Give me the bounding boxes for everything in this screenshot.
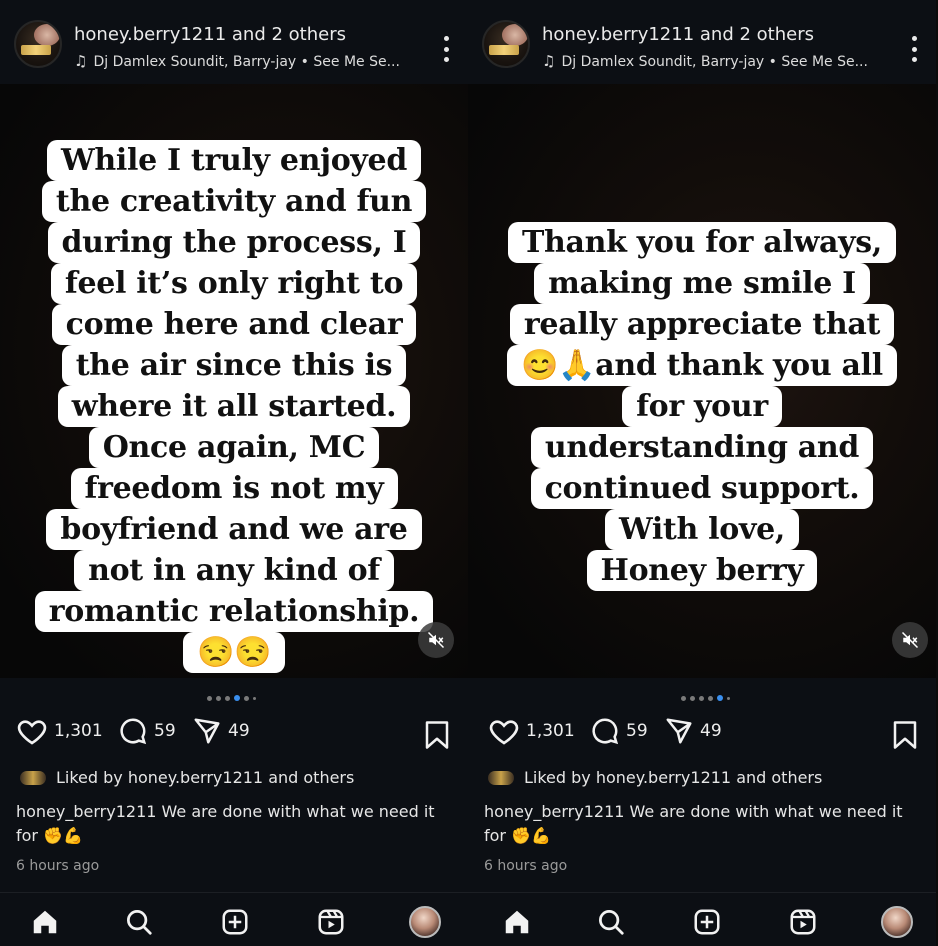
post-caption: honey_berry1211 We are done with what we… — [484, 800, 924, 848]
search-icon[interactable] — [594, 905, 628, 939]
story-text-line: Thank you for always, — [507, 222, 897, 263]
caption-username[interactable]: honey_berry1211 — [484, 802, 624, 821]
music-track-label[interactable]: ♫ Dj Damlex Soundit, Barry-jay • See Me S… — [74, 52, 400, 70]
bottom-nav — [0, 892, 468, 946]
comment-button[interactable]: 59 — [590, 716, 648, 746]
post-actions: 1,301 59 49 — [16, 716, 452, 756]
post-panel-right: honey.berry1211 and 2 others ♫ Dj Damlex … — [468, 0, 936, 946]
music-note-icon: ♫ — [74, 52, 88, 70]
post-author-title[interactable]: honey.berry1211 and 2 others — [542, 24, 814, 45]
like-button[interactable]: 1,301 — [16, 716, 103, 746]
story-text-line: romantic relationship. — [34, 591, 434, 632]
music-track-text: Dj Damlex Soundit, Barry-jay • See Me Se… — [93, 54, 400, 70]
story-text-overlay: While I truly enjoyed the creativity and… — [0, 140, 468, 673]
post-timestamp: 6 hours ago — [484, 858, 568, 874]
home-icon[interactable] — [28, 905, 62, 939]
story-text-line: feel it’s only right to — [50, 263, 418, 304]
reels-icon[interactable] — [314, 905, 348, 939]
story-text-line: for your — [622, 386, 782, 427]
story-text-line: continued support. — [530, 468, 874, 509]
profile-avatar[interactable] — [880, 905, 914, 939]
bookmark-icon[interactable] — [892, 720, 918, 754]
story-avatar[interactable] — [482, 20, 530, 68]
heart-icon — [17, 720, 47, 745]
post-header: honey.berry1211 and 2 others ♫ Dj Damlex … — [468, 0, 936, 84]
story-text-line: boyfriend and we are — [46, 509, 422, 550]
liked-by-row[interactable]: Liked by honey.berry1211 and others — [20, 768, 354, 787]
like-count: 1,301 — [54, 721, 103, 741]
music-note-icon: ♫ — [542, 52, 556, 70]
comment-count: 59 — [626, 721, 648, 741]
post-timestamp: 6 hours ago — [16, 858, 100, 874]
comment-count: 59 — [154, 721, 176, 741]
like-count: 1,301 — [526, 721, 575, 741]
comment-bubble-icon — [592, 718, 619, 745]
share-button[interactable]: 49 — [664, 716, 722, 746]
profile-avatar[interactable] — [408, 905, 442, 939]
post-caption: honey_berry1211 We are done with what we… — [16, 800, 456, 848]
share-count: 49 — [700, 721, 722, 741]
story-text-line: making me smile I — [534, 263, 870, 304]
story-text-line: While I truly enjoyed — [46, 140, 421, 181]
story-text-line: With love, — [604, 509, 800, 550]
kebab-menu-icon[interactable] — [912, 36, 918, 62]
post-panel-left: honey.berry1211 and 2 others ♫ Dj Damlex … — [0, 0, 468, 946]
story-text-line: really appreciate that — [509, 304, 895, 345]
story-text-line: not in any kind of — [74, 550, 394, 591]
paper-plane-icon — [666, 718, 692, 744]
kebab-menu-icon[interactable] — [444, 36, 450, 62]
liker-avatar — [20, 770, 46, 785]
post-media[interactable]: Thank you for always, making me smile I … — [468, 84, 936, 678]
music-track-text: Dj Damlex Soundit, Barry-jay • See Me Se… — [561, 54, 868, 70]
music-track-label[interactable]: ♫ Dj Damlex Soundit, Barry-jay • See Me S… — [542, 52, 868, 70]
post-actions: 1,301 59 49 — [484, 716, 920, 756]
post-media[interactable]: While I truly enjoyed the creativity and… — [0, 84, 468, 678]
share-count: 49 — [228, 721, 250, 741]
story-avatar[interactable] — [14, 20, 62, 68]
liker-avatar — [488, 770, 514, 785]
bottom-nav — [468, 892, 936, 946]
share-button[interactable]: 49 — [192, 716, 250, 746]
story-text-line: Honey berry — [586, 550, 818, 591]
carousel-indicator — [681, 694, 730, 702]
story-text-line: the creativity and fun — [41, 181, 427, 222]
search-icon[interactable] — [122, 905, 156, 939]
liked-by-text: Liked by honey.berry1211 and others — [56, 768, 355, 787]
create-post-icon[interactable] — [690, 905, 724, 939]
bookmark-icon[interactable] — [424, 720, 450, 754]
story-text-line: 😊🙏and thank you all — [507, 345, 897, 386]
post-author-title[interactable]: honey.berry1211 and 2 others — [74, 24, 346, 45]
liked-by-row[interactable]: Liked by honey.berry1211 and others — [488, 768, 822, 787]
carousel-indicator — [207, 694, 256, 702]
story-text-line: Once again, MC — [88, 427, 380, 468]
liked-by-text: Liked by honey.berry1211 and others — [524, 768, 823, 787]
create-post-icon[interactable] — [218, 905, 252, 939]
speaker-muted-icon[interactable] — [418, 622, 454, 658]
reels-icon[interactable] — [786, 905, 820, 939]
caption-username[interactable]: honey_berry1211 — [16, 802, 156, 821]
post-header: honey.berry1211 and 2 others ♫ Dj Damlex … — [0, 0, 468, 84]
speaker-muted-icon[interactable] — [892, 622, 928, 658]
home-icon[interactable] — [500, 905, 534, 939]
story-text-line: come here and clear — [51, 304, 417, 345]
story-text-line: understanding and — [530, 427, 874, 468]
story-text-line: where it all started. — [57, 386, 411, 427]
story-text-line: 😒😒 — [182, 632, 286, 673]
story-text-line: during the process, I — [47, 222, 421, 263]
comment-bubble-icon — [120, 718, 147, 745]
paper-plane-icon — [194, 718, 220, 744]
comment-button[interactable]: 59 — [118, 716, 176, 746]
story-text-line: the air since this is — [61, 345, 407, 386]
story-text-overlay: Thank you for always, making me smile I … — [468, 222, 936, 591]
like-button[interactable]: 1,301 — [488, 716, 575, 746]
heart-icon — [489, 720, 519, 745]
story-text-line: freedom is not my — [70, 468, 398, 509]
screenshot-composite: honey.berry1211 and 2 others ♫ Dj Damlex … — [0, 0, 938, 946]
